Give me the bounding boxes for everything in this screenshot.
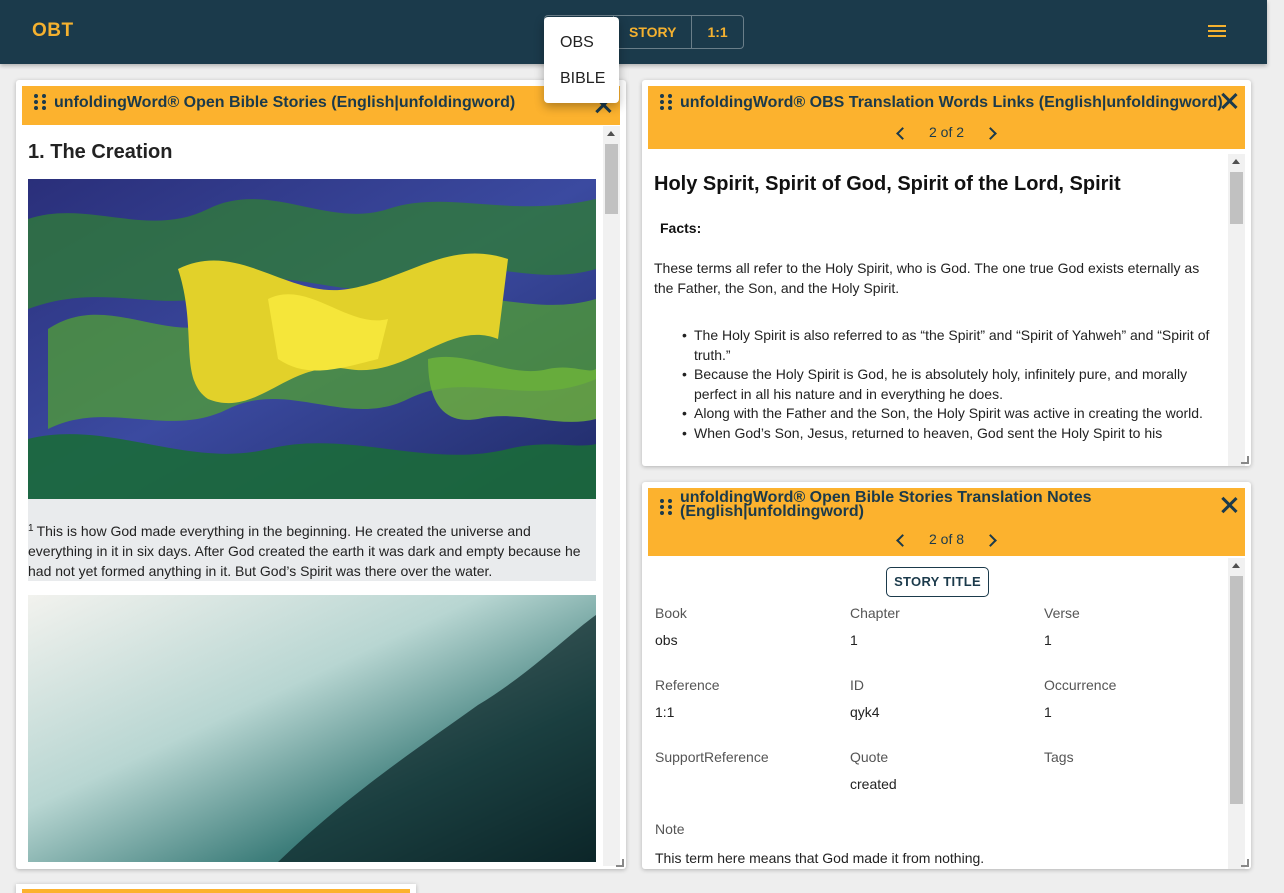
resize-handle-icon[interactable]	[1241, 859, 1251, 869]
chapter-value: 1	[850, 632, 858, 648]
creation-image	[28, 179, 596, 499]
tn-card-title: unfoldingWord® Open Bible Stories Transl…	[680, 490, 1092, 520]
support-reference-label: SupportReference	[655, 749, 769, 765]
occurrence-value: 1	[1044, 704, 1052, 720]
chevron-right-icon[interactable]	[984, 533, 997, 547]
dropdown-item-obs[interactable]: OBS	[544, 25, 619, 61]
tags-label: Tags	[1044, 749, 1074, 765]
story-toggle-button[interactable]: STORY	[613, 16, 691, 48]
drag-handle-icon[interactable]	[660, 94, 672, 110]
tw-card-title: unfoldingWord® OBS Translation Words Lin…	[680, 94, 1223, 111]
app-title: OBT	[32, 20, 74, 41]
bottom-card	[16, 884, 416, 893]
reference-label: Reference	[655, 677, 720, 693]
bottom-card-header	[22, 889, 410, 893]
chevron-right-icon[interactable]	[984, 126, 997, 140]
tn-title-line2: (English|unfoldingword)	[680, 503, 864, 520]
close-icon[interactable]	[1220, 496, 1238, 514]
tw-facts-label: Facts:	[660, 220, 702, 236]
creation-image-2	[28, 595, 596, 862]
verse-label: Verse	[1044, 605, 1080, 621]
chevron-left-icon[interactable]	[896, 126, 909, 140]
id-value: qyk4	[850, 704, 880, 720]
close-icon[interactable]	[1220, 92, 1238, 110]
book-value: obs	[655, 632, 678, 648]
chevron-left-icon[interactable]	[896, 533, 909, 547]
tn-card-header: unfoldingWord® Open Bible Stories Transl…	[648, 488, 1245, 556]
verse-value: 1	[1044, 632, 1052, 648]
reference-value: 1:1	[655, 704, 675, 720]
book-label: Book	[655, 605, 687, 621]
hamburger-menu-icon[interactable]	[1208, 22, 1230, 42]
tw-pager: 2 of 2	[648, 124, 1245, 140]
frame-text: This is how God made everything in the b…	[28, 523, 581, 579]
drag-handle-icon[interactable]	[660, 499, 672, 515]
quote-label: Quote	[850, 749, 889, 765]
dropdown-item-bible[interactable]: BIBLE	[544, 61, 619, 97]
story-scrollbar[interactable]	[603, 126, 620, 866]
tw-card-header: unfoldingWord® OBS Translation Words Lin…	[648, 86, 1245, 149]
translation-notes-card: unfoldingWord® Open Bible Stories Transl…	[642, 482, 1251, 869]
tw-article-title: Holy Spirit, Spirit of God, Spirit of th…	[654, 173, 1121, 195]
story-heading: 1. The Creation	[28, 141, 173, 163]
story-frame-1: 1 This is how God made everything in the …	[28, 499, 596, 581]
story-title-button[interactable]: STORY TITLE	[886, 567, 989, 597]
tw-scrollbar[interactable]	[1228, 154, 1245, 466]
app-bar: OBT STORY 1:1	[0, 0, 1267, 64]
occurrence-label: Occurrence	[1044, 677, 1117, 693]
story-card-title: unfoldingWord® Open Bible Stories (Engli…	[54, 94, 516, 111]
resize-handle-icon[interactable]	[616, 859, 626, 869]
drag-handle-icon[interactable]	[34, 94, 46, 110]
tw-paragraph: These terms all refer to the Holy Spirit…	[654, 260, 1200, 296]
chapter-label: Chapter	[850, 605, 900, 621]
id-label: ID	[850, 677, 864, 693]
note-clip: This term here means that God made it fr…	[642, 840, 1232, 866]
resource-dropdown-menu: OBS BIBLE	[544, 17, 619, 103]
note-label: Note	[655, 821, 685, 837]
tw-pager-label: 2 of 2	[928, 124, 965, 140]
note-value: This term here means that God made it fr…	[655, 850, 985, 866]
quote-value: created	[850, 776, 897, 792]
resize-handle-icon[interactable]	[1241, 456, 1251, 466]
frame-number: 1	[28, 523, 34, 534]
story-card-header: unfoldingWord® Open Bible Stories (Engli…	[22, 86, 620, 125]
tn-pager: 2 of 8	[648, 531, 1245, 547]
one-to-one-toggle-button[interactable]: 1:1	[691, 16, 742, 48]
tn-scrollbar[interactable]	[1228, 558, 1245, 869]
tn-pager-label: 2 of 8	[928, 531, 965, 547]
